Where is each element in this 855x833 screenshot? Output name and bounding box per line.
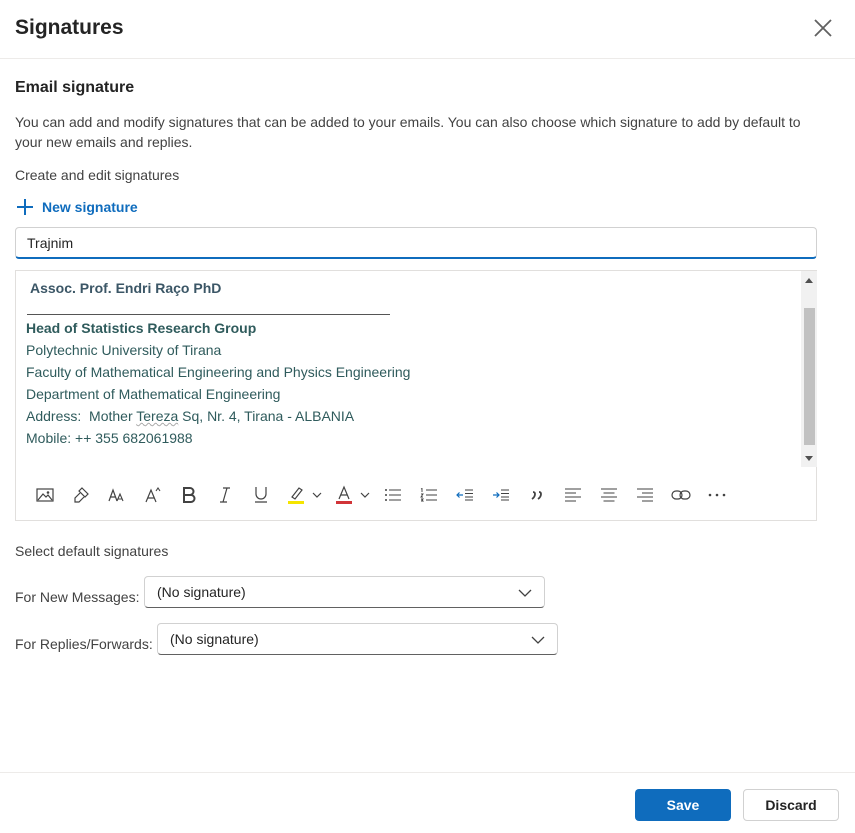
- format-painter-button[interactable]: [70, 481, 92, 509]
- dialog-footer: Save Discard: [0, 772, 855, 833]
- grow-font-icon: [145, 487, 161, 503]
- email-signature-heading: Email signature: [15, 79, 135, 96]
- address-prefix: Address: Mother: [26, 408, 137, 424]
- numbering-button[interactable]: [418, 481, 440, 509]
- font-size-icon: [108, 488, 124, 502]
- bold-button[interactable]: [178, 481, 200, 509]
- signature-divider: [26, 297, 796, 317]
- signature-line: Department of Mathematical Engineering: [26, 386, 281, 402]
- underline-icon: [255, 487, 267, 503]
- replies-forwards-label: For Replies/Forwards:: [15, 636, 153, 652]
- signature-address-line: Address: Mother Tereza Sq, Nr. 4, Tirana…: [26, 405, 796, 427]
- new-messages-select[interactable]: (No signature): [144, 576, 545, 608]
- bullets-icon: [385, 489, 401, 501]
- increase-indent-icon: [493, 489, 509, 501]
- numbering-icon: [420, 488, 437, 502]
- close-button[interactable]: [809, 14, 837, 42]
- font-color-button[interactable]: [334, 481, 374, 509]
- new-signature-label: New signature: [42, 199, 138, 215]
- more-options-button[interactable]: [706, 481, 728, 509]
- more-options-icon: [708, 493, 726, 497]
- replies-forwards-value: (No signature): [170, 631, 259, 647]
- scroll-down-button[interactable]: [801, 450, 817, 467]
- italic-button[interactable]: [214, 481, 236, 509]
- align-right-button[interactable]: [634, 481, 656, 509]
- decrease-indent-button[interactable]: [454, 481, 476, 509]
- quote-icon: [531, 491, 542, 500]
- bullets-button[interactable]: [382, 481, 404, 509]
- scroll-thumb[interactable]: [804, 308, 815, 445]
- save-button[interactable]: Save: [635, 789, 731, 821]
- align-left-button[interactable]: [562, 481, 584, 509]
- signature-editor-content[interactable]: Assoc. Prof. Endri Raço PhD Head of Stat…: [26, 279, 796, 464]
- highlight-button[interactable]: [286, 481, 326, 509]
- highlight-icon: [288, 487, 322, 504]
- align-center-icon: [601, 488, 617, 502]
- discard-button[interactable]: Discard: [743, 789, 839, 821]
- triangle-up-icon: [805, 277, 813, 283]
- bold-icon: [183, 487, 196, 503]
- grow-font-button[interactable]: [142, 481, 164, 509]
- underline-button[interactable]: [250, 481, 272, 509]
- new-signature-button[interactable]: New signature: [15, 196, 138, 218]
- signature-name-input[interactable]: [15, 227, 817, 259]
- format-painter-icon: [74, 487, 89, 503]
- chevron-down-icon: [531, 636, 545, 644]
- triangle-down-icon: [805, 455, 813, 461]
- increase-indent-button[interactable]: [490, 481, 512, 509]
- italic-icon: [220, 487, 230, 503]
- new-messages-value: (No signature): [157, 584, 246, 600]
- plus-icon: [17, 199, 33, 215]
- chevron-down-icon: [518, 589, 532, 597]
- signature-line: Faculty of Mathematical Engineering and …: [26, 364, 411, 380]
- signature-editor[interactable]: Assoc. Prof. Endri Raço PhD Head of Stat…: [15, 270, 817, 521]
- create-edit-label: Create and edit signatures: [15, 167, 180, 183]
- insert-picture-icon: [36, 488, 54, 502]
- editor-scrollbar[interactable]: [801, 271, 817, 467]
- font-color-icon: [336, 485, 370, 504]
- signature-name-line: Assoc. Prof. Endri Raço PhD: [30, 280, 222, 296]
- default-signatures-heading: Select default signatures: [15, 543, 169, 559]
- scroll-up-button[interactable]: [801, 271, 817, 288]
- align-center-button[interactable]: [598, 481, 620, 509]
- signature-line: Polytechnic University of Tirana: [26, 342, 222, 358]
- formatting-toolbar: [26, 481, 796, 509]
- align-left-icon: [565, 488, 581, 502]
- address-misspelled-word[interactable]: Tereza: [136, 408, 178, 424]
- quote-button[interactable]: [526, 481, 548, 509]
- insert-link-button[interactable]: [670, 481, 692, 509]
- decrease-indent-icon: [456, 489, 473, 501]
- font-size-button[interactable]: [106, 481, 128, 509]
- address-suffix: Sq, Nr. 4, Tirana - ALBANIA: [178, 408, 355, 424]
- signature-mobile-line: Mobile: ++ 355 682061988: [26, 430, 193, 446]
- new-messages-label: For New Messages:: [15, 589, 140, 605]
- align-right-icon: [637, 488, 653, 502]
- signature-title-line: Head of Statistics Research Group: [26, 320, 257, 336]
- close-icon: [814, 19, 832, 37]
- replies-forwards-select[interactable]: (No signature): [157, 623, 558, 655]
- link-icon: [671, 490, 691, 500]
- insert-picture-button[interactable]: [34, 481, 56, 509]
- dialog-header: Signatures: [0, 0, 855, 59]
- dialog-title: Signatures: [15, 16, 124, 39]
- email-signature-description: You can add and modify signatures that c…: [15, 114, 801, 150]
